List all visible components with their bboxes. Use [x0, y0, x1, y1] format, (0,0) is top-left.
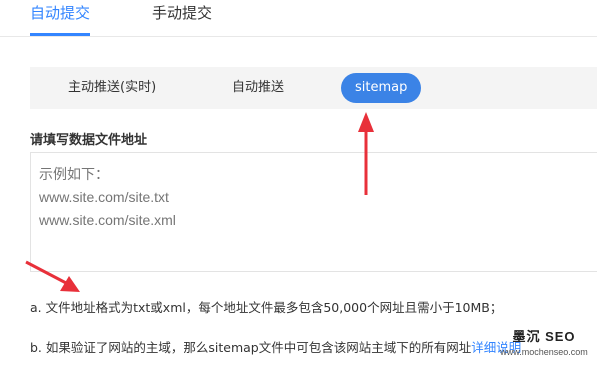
- data-file-url-input[interactable]: [30, 152, 597, 272]
- watermark-title: 墨沉 SEO: [512, 329, 576, 344]
- tab-manual-submit[interactable]: 手动提交: [152, 0, 212, 34]
- watermark-url: www.mochenseo.com: [500, 347, 588, 357]
- note-main-domain: b. 如果验证了网站的主域，那么sitemap文件中可包含该网站主域下的所有网址…: [30, 337, 521, 356]
- tab-active-push[interactable]: 主动推送(实时): [68, 67, 156, 109]
- push-method-tabs: 主动推送(实时) 自动推送 sitemap: [30, 67, 597, 109]
- watermark-logo: 墨沉 SEO www.mochenseo.com: [494, 326, 594, 357]
- data-file-url-label: 请填写数据文件地址: [30, 133, 148, 148]
- note-main-domain-text: b. 如果验证了网站的主域，那么sitemap文件中可包含该网站主域下的所有网址: [30, 340, 472, 355]
- note-file-format: a. 文件地址格式为txt或xml，每个地址文件最多包含50,000个网址且需小…: [30, 300, 503, 315]
- tab-auto-push[interactable]: 自动推送: [232, 67, 284, 109]
- tab-auto-submit[interactable]: 自动提交: [30, 0, 91, 36]
- submission-tabs: 自动提交 手动提交: [0, 0, 597, 37]
- tab-sitemap[interactable]: sitemap: [341, 73, 422, 103]
